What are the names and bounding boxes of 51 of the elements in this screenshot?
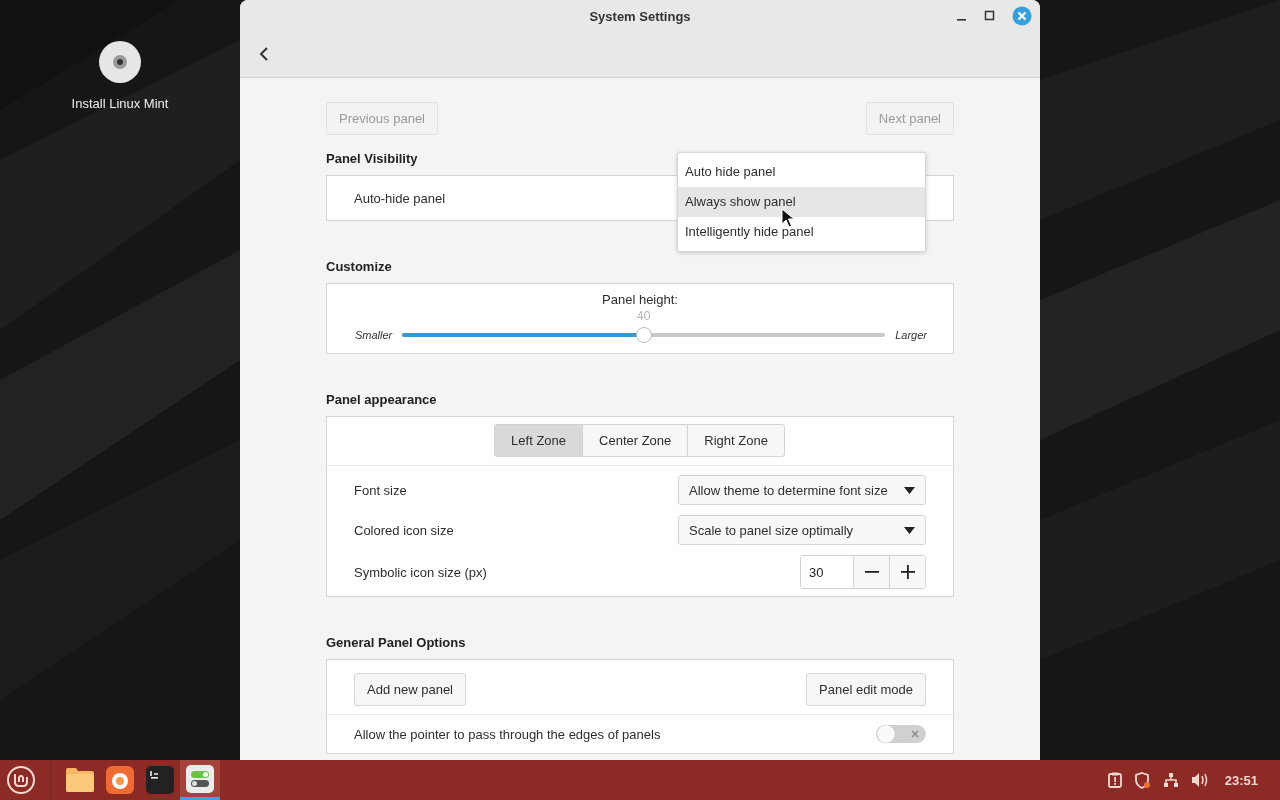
- toggles-icon: [186, 764, 214, 793]
- toggle-switch[interactable]: [876, 725, 926, 743]
- panel-button[interactable]: Panel edit mode: [806, 672, 926, 706]
- folder-icon: [65, 767, 95, 793]
- min-label: Smaller: [355, 329, 393, 341]
- dropdown[interactable]: Scale to panel size optimally: [678, 515, 926, 545]
- setting-label: Symbolic icon size (px): [354, 564, 487, 580]
- slider-value: 40: [637, 309, 651, 323]
- setting-label: Colored icon size: [354, 522, 454, 538]
- maximize-icon[interactable]: [984, 10, 996, 22]
- panel-button[interactable]: Add new panel: [354, 672, 466, 706]
- decrease-button[interactable]: [853, 556, 889, 588]
- close-icon[interactable]: [1012, 6, 1032, 26]
- dropdown-arrow-icon: [904, 526, 915, 534]
- menu-logo-icon[interactable]: [6, 765, 36, 795]
- dropdown-arrow-icon: [904, 486, 915, 494]
- disc-icon[interactable]: [98, 40, 142, 84]
- dropdown[interactable]: Allow theme to determine font size: [678, 475, 926, 505]
- zone-tab[interactable]: Right Zone: [687, 424, 785, 457]
- back-icon[interactable]: [258, 46, 270, 62]
- mouse-pointer-icon: [781, 208, 795, 228]
- clock[interactable]: 23:51: [1224, 772, 1258, 788]
- swirl-icon: [106, 766, 134, 794]
- section-heading: Panel Visibility: [326, 151, 419, 166]
- shield-icon[interactable]: [1133, 771, 1151, 789]
- increase-button[interactable]: [889, 556, 925, 588]
- plus-icon: [900, 565, 915, 579]
- setting-label: Panel height:: [602, 292, 678, 307]
- clipboard-alert-icon[interactable]: [1107, 772, 1122, 788]
- spin-box[interactable]: 30: [800, 555, 926, 589]
- zone-tab[interactable]: Center Zone: [582, 424, 689, 457]
- taskbar-app[interactable]: [180, 760, 220, 800]
- section-heading: Panel appearance: [326, 392, 438, 407]
- network-icon[interactable]: [1162, 772, 1179, 788]
- desktop-icon-label[interactable]: Install Linux Mint: [71, 96, 169, 111]
- x-icon: [911, 730, 919, 738]
- setting-label: Allow the pointer to pass through the edges of panels: [354, 726, 661, 742]
- section-heading: General Panel Options: [326, 635, 467, 650]
- max-label: Larger: [895, 329, 927, 341]
- menu-item[interactable]: Auto hide panel: [678, 157, 925, 187]
- setting-label: Font size: [354, 482, 407, 498]
- terminal-icon: [146, 766, 174, 794]
- setting-label: Auto-hide panel: [354, 190, 446, 206]
- window-title: System Settings: [589, 8, 691, 24]
- zone-tab[interactable]: Left Zone: [494, 424, 584, 457]
- slider-thumb[interactable]: [635, 327, 652, 343]
- menu-item[interactable]: Always show panel: [678, 187, 925, 217]
- volume-icon[interactable]: [1190, 772, 1209, 788]
- slider-track[interactable]: [402, 333, 886, 337]
- menu-item[interactable]: Intelligently hide panel: [678, 217, 925, 247]
- section-heading: Customize: [326, 259, 393, 274]
